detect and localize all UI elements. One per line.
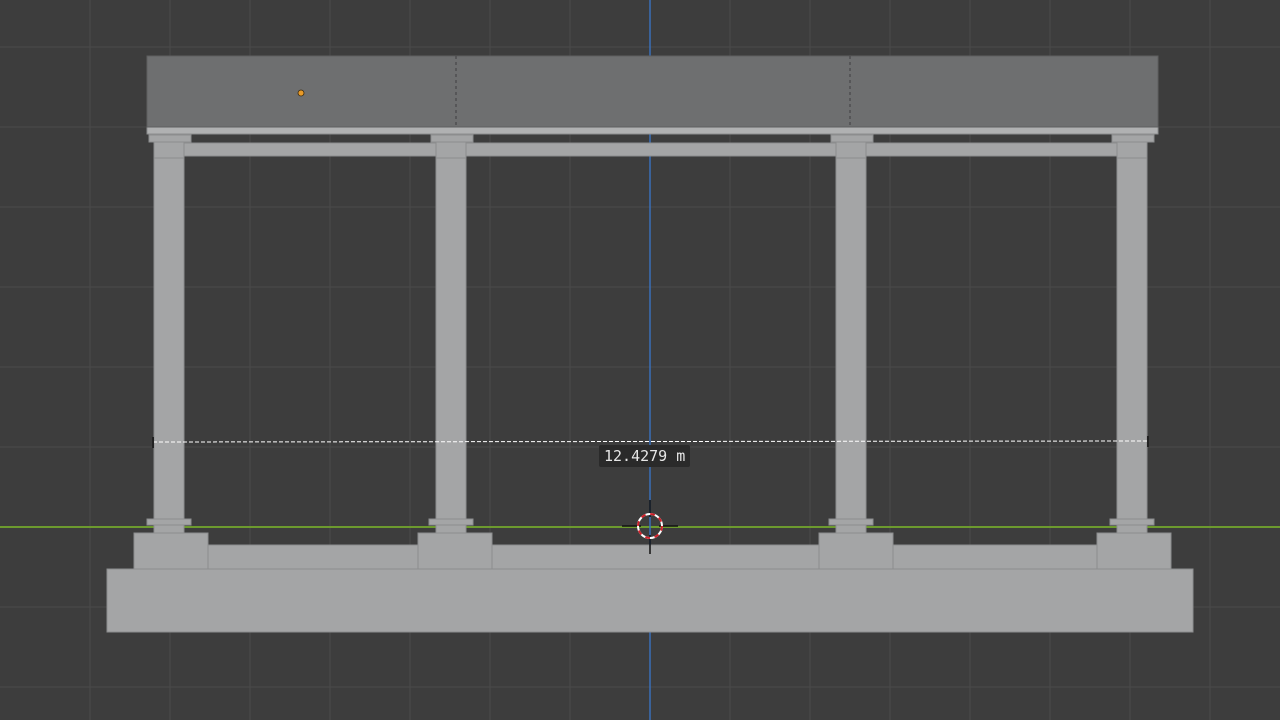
measurement-label: 12.4279 m — [599, 445, 691, 467]
column-base — [835, 524, 867, 534]
column-pedestal — [818, 532, 894, 570]
column-pedestal — [1096, 532, 1172, 570]
column-shaft — [435, 157, 467, 520]
column-base — [1116, 524, 1148, 534]
column-shaft — [1116, 157, 1148, 520]
column-capital — [435, 141, 467, 159]
column-base — [153, 524, 185, 534]
upper-rail — [183, 142, 437, 157]
column-pedestal — [133, 532, 209, 570]
column-capital — [430, 134, 474, 143]
column-capital — [153, 141, 185, 159]
3d-viewport[interactable]: 12.4279 m — [0, 0, 1280, 720]
column-base — [828, 518, 874, 526]
column-shaft — [153, 157, 185, 520]
column-shaft — [835, 157, 867, 520]
column-base — [1109, 518, 1155, 526]
base-plinth — [106, 568, 1194, 633]
low-wall — [206, 544, 420, 570]
viewport-scene[interactable] — [0, 0, 1280, 720]
column-base — [146, 518, 192, 526]
architrave — [146, 126, 1159, 135]
column-capital — [1116, 141, 1148, 159]
column-capital — [835, 141, 867, 159]
upper-rail — [465, 142, 837, 157]
column-capital — [1111, 134, 1155, 143]
column-pedestal — [417, 532, 493, 570]
low-wall — [891, 544, 1099, 570]
column-capital — [830, 134, 874, 143]
column-base — [428, 518, 474, 526]
low-wall — [491, 544, 821, 570]
object-origin-point[interactable] — [297, 89, 305, 97]
upper-rail — [865, 142, 1118, 157]
column-base — [435, 524, 467, 534]
column-capital — [148, 134, 192, 143]
